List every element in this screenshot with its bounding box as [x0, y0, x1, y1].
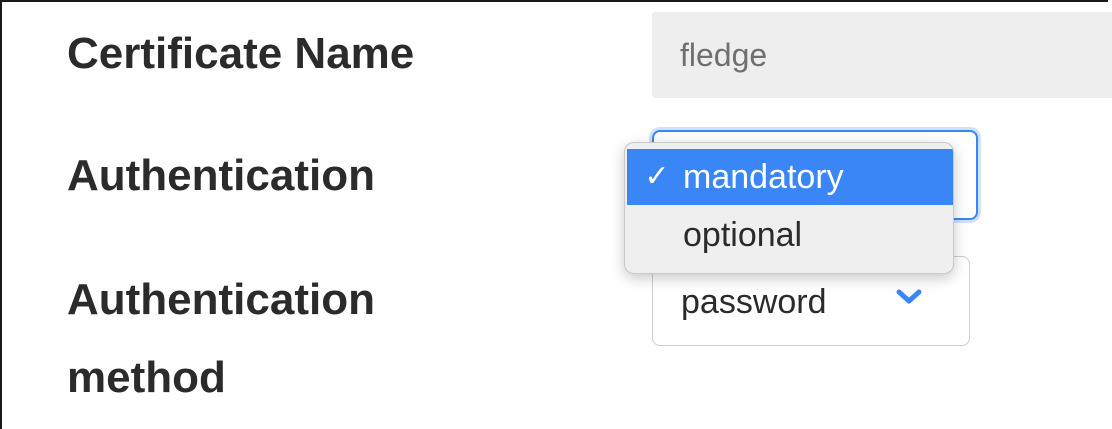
settings-form: Certificate Name fledge Authentication A… — [0, 0, 1112, 429]
option-optional[interactable]: optional — [627, 207, 953, 263]
certificate-name-value: fledge — [680, 36, 768, 73]
certificate-name-input[interactable]: fledge — [652, 12, 1112, 98]
authentication-dropdown-menu: ✓ mandatory optional — [624, 142, 954, 274]
option-optional-label: optional — [683, 216, 803, 254]
option-mandatory-label: mandatory — [683, 158, 844, 196]
certificate-name-label: Certificate Name — [67, 29, 415, 78]
authentication-method-value: password — [681, 283, 827, 321]
option-mandatory[interactable]: ✓ mandatory — [627, 149, 953, 205]
authentication-label: Authentication — [67, 151, 375, 200]
chevron-down-icon — [896, 289, 922, 304]
check-icon: ✓ — [644, 160, 670, 193]
authentication-method-label-line2: method — [67, 353, 226, 402]
authentication-method-label-line1: Authentication — [67, 275, 375, 324]
